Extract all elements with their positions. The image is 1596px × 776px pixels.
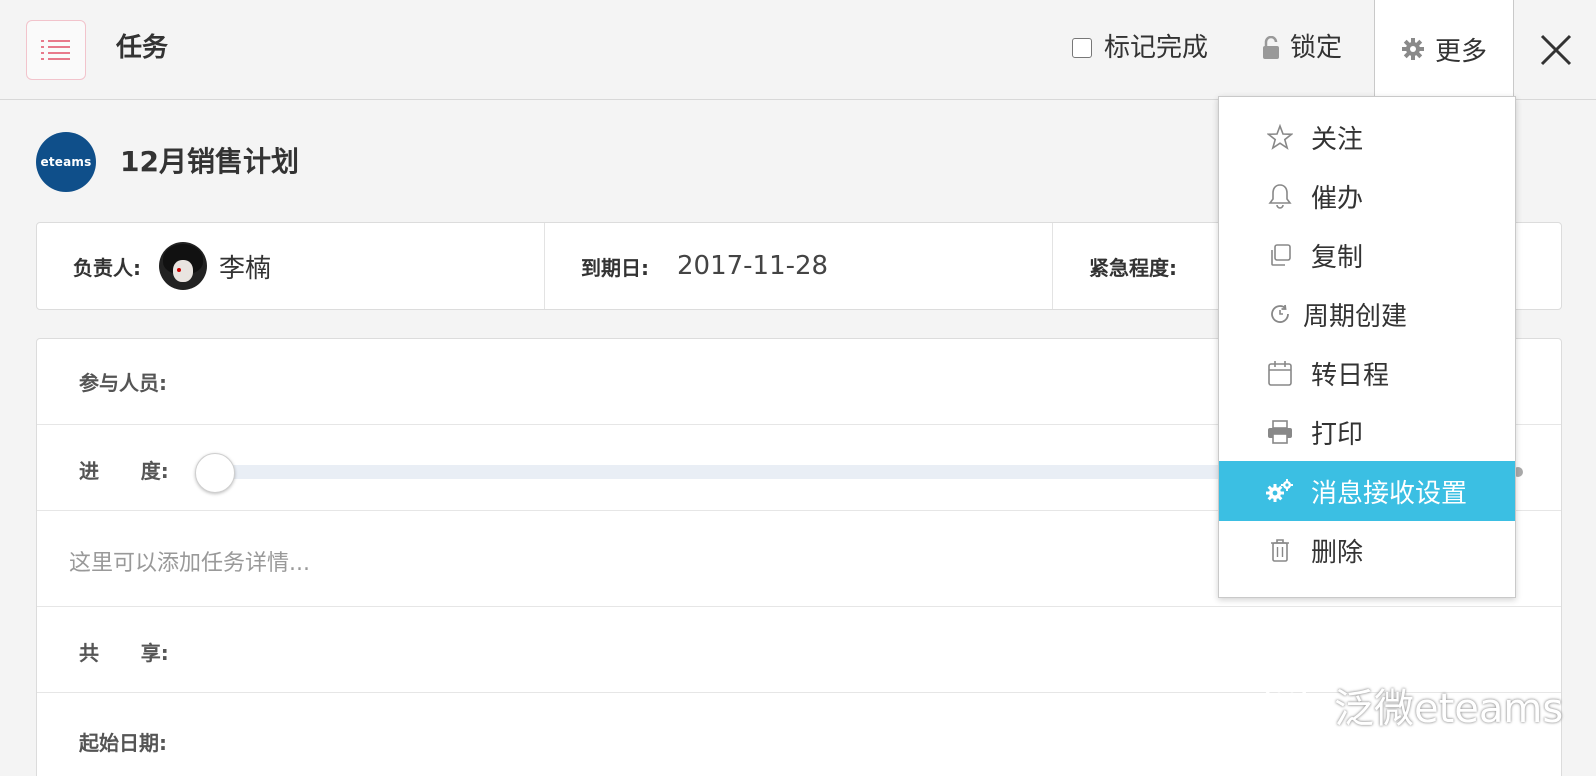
mark-done-checkbox[interactable] (1072, 38, 1092, 58)
menu-item-copy[interactable]: 复制 (1219, 225, 1515, 285)
calendar-icon (1263, 356, 1297, 390)
menu-item-label: 复制 (1311, 242, 1364, 273)
top-bar: 任务 标记完成 锁定 更多 (0, 0, 1596, 100)
lock-icon (1263, 36, 1279, 59)
lock-label: 锁定 (1290, 33, 1343, 63)
due-date-label: 到期日: (581, 255, 649, 280)
gears-icon (1263, 474, 1297, 508)
start-date-label: 起始日期: (79, 731, 167, 755)
menu-item-label: 转日程 (1311, 360, 1390, 391)
close-icon[interactable] (1536, 30, 1576, 70)
menu-item-to-schedule[interactable]: 转日程 (1219, 343, 1515, 403)
mark-done-label: 标记完成 (1104, 33, 1209, 63)
bell-icon (1263, 179, 1297, 213)
menu-item-print[interactable]: 打印 (1219, 402, 1515, 462)
progress-label: 进 度: (79, 459, 169, 483)
owner-label: 负责人: (73, 255, 141, 280)
cycle-icon (1263, 297, 1297, 331)
owner-cell[interactable]: 负责人: 李楠 (37, 223, 545, 309)
watermark: 泛微eteams (1262, 676, 1563, 734)
menu-item-label: 周期创建 (1303, 301, 1408, 332)
participants-label: 参与人员: (79, 371, 167, 395)
menu-item-follow[interactable]: 关注 (1219, 107, 1515, 167)
avatar[interactable] (159, 242, 207, 290)
task-title: 12月销售计划 (120, 145, 299, 178)
printer-icon (1263, 415, 1297, 449)
due-date-cell[interactable]: 到期日: 2017-11-28 (545, 223, 1053, 309)
menu-item-cycle-create[interactable]: 周期创建 (1219, 284, 1515, 344)
menu-item-label: 删除 (1311, 537, 1364, 568)
wechat-icon (1264, 681, 1322, 727)
mark-done-toggle[interactable]: 标记完成 (1072, 28, 1208, 68)
more-button[interactable]: 更多 (1374, 0, 1514, 98)
owner-name: 李楠 (219, 253, 272, 284)
description-placeholder: 这里可以添加任务详情... (69, 551, 310, 576)
menu-item-remind[interactable]: 催办 (1219, 166, 1515, 226)
gear-icon (1401, 38, 1424, 60)
share-label: 共 享: (79, 641, 169, 665)
menu-item-message-settings[interactable]: 消息接收设置 (1219, 461, 1515, 521)
menu-item-label: 催办 (1311, 183, 1364, 214)
copy-icon (1263, 238, 1297, 272)
more-label: 更多 (1434, 36, 1487, 67)
eteams-logo: eteams (36, 132, 96, 192)
menu-item-delete[interactable]: 删除 (1219, 520, 1515, 580)
menu-item-label: 消息接收设置 (1311, 478, 1468, 509)
menu-item-label: 关注 (1311, 124, 1364, 155)
trash-icon (1263, 533, 1297, 567)
list-icon (41, 40, 70, 60)
due-date-value: 2017-11-28 (677, 251, 829, 281)
page-title: 任务 (116, 33, 169, 63)
watermark-text: 泛微eteams (1334, 686, 1564, 732)
urgency-label: 紧急程度: (1089, 255, 1177, 280)
star-icon (1263, 120, 1297, 154)
list-menu-button[interactable] (26, 20, 86, 80)
more-dropdown-menu: 关注 催办 复制 周期创建 转日程 打印 消息接收设置 删除 (1218, 96, 1516, 598)
lock-button[interactable]: 锁定 (1262, 28, 1342, 68)
progress-slider-handle[interactable] (195, 453, 235, 493)
menu-item-label: 打印 (1311, 419, 1364, 450)
